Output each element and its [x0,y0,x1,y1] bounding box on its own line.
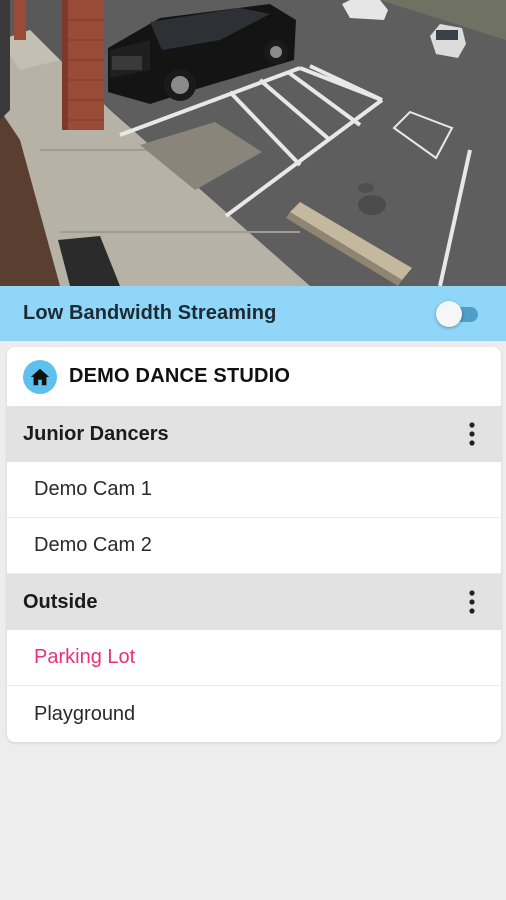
low-bandwidth-bar: Low Bandwidth Streaming [0,286,506,341]
camera-list-card: DEMO DANCE STUDIO Junior Dancers Demo Ca… [7,347,501,742]
camera-label: Parking Lot [34,646,136,668]
camera-label: Demo Cam 2 [34,534,152,556]
toggle-thumb[interactable] [436,300,462,327]
group-label: Outside [23,590,98,613]
group-header-junior-dancers[interactable]: Junior Dancers [7,406,501,462]
camera-feed[interactable] [0,0,506,286]
camera-label: Playground [34,702,136,725]
camera-item-parking-lot[interactable]: Parking Lot [7,630,501,686]
more-vertical-icon[interactable] [469,590,475,614]
camera-item-playground[interactable]: Playground [7,686,501,742]
low-bandwidth-label: Low Bandwidth Streaming [23,302,277,324]
group-header-outside[interactable]: Outside [7,574,501,630]
group-label: Junior Dancers [23,422,169,445]
camera-item-demo-cam-2[interactable]: Demo Cam 2 [7,518,501,574]
camera-feed-image [0,0,506,286]
site-name: DEMO DANCE STUDIO [69,365,291,387]
camera-item-demo-cam-1[interactable]: Demo Cam 1 [7,462,501,518]
low-bandwidth-toggle[interactable] [436,300,482,327]
camera-label: Demo Cam 1 [34,478,152,500]
home-icon [23,359,57,394]
more-vertical-icon[interactable] [469,422,475,446]
site-header[interactable]: DEMO DANCE STUDIO [7,347,501,406]
